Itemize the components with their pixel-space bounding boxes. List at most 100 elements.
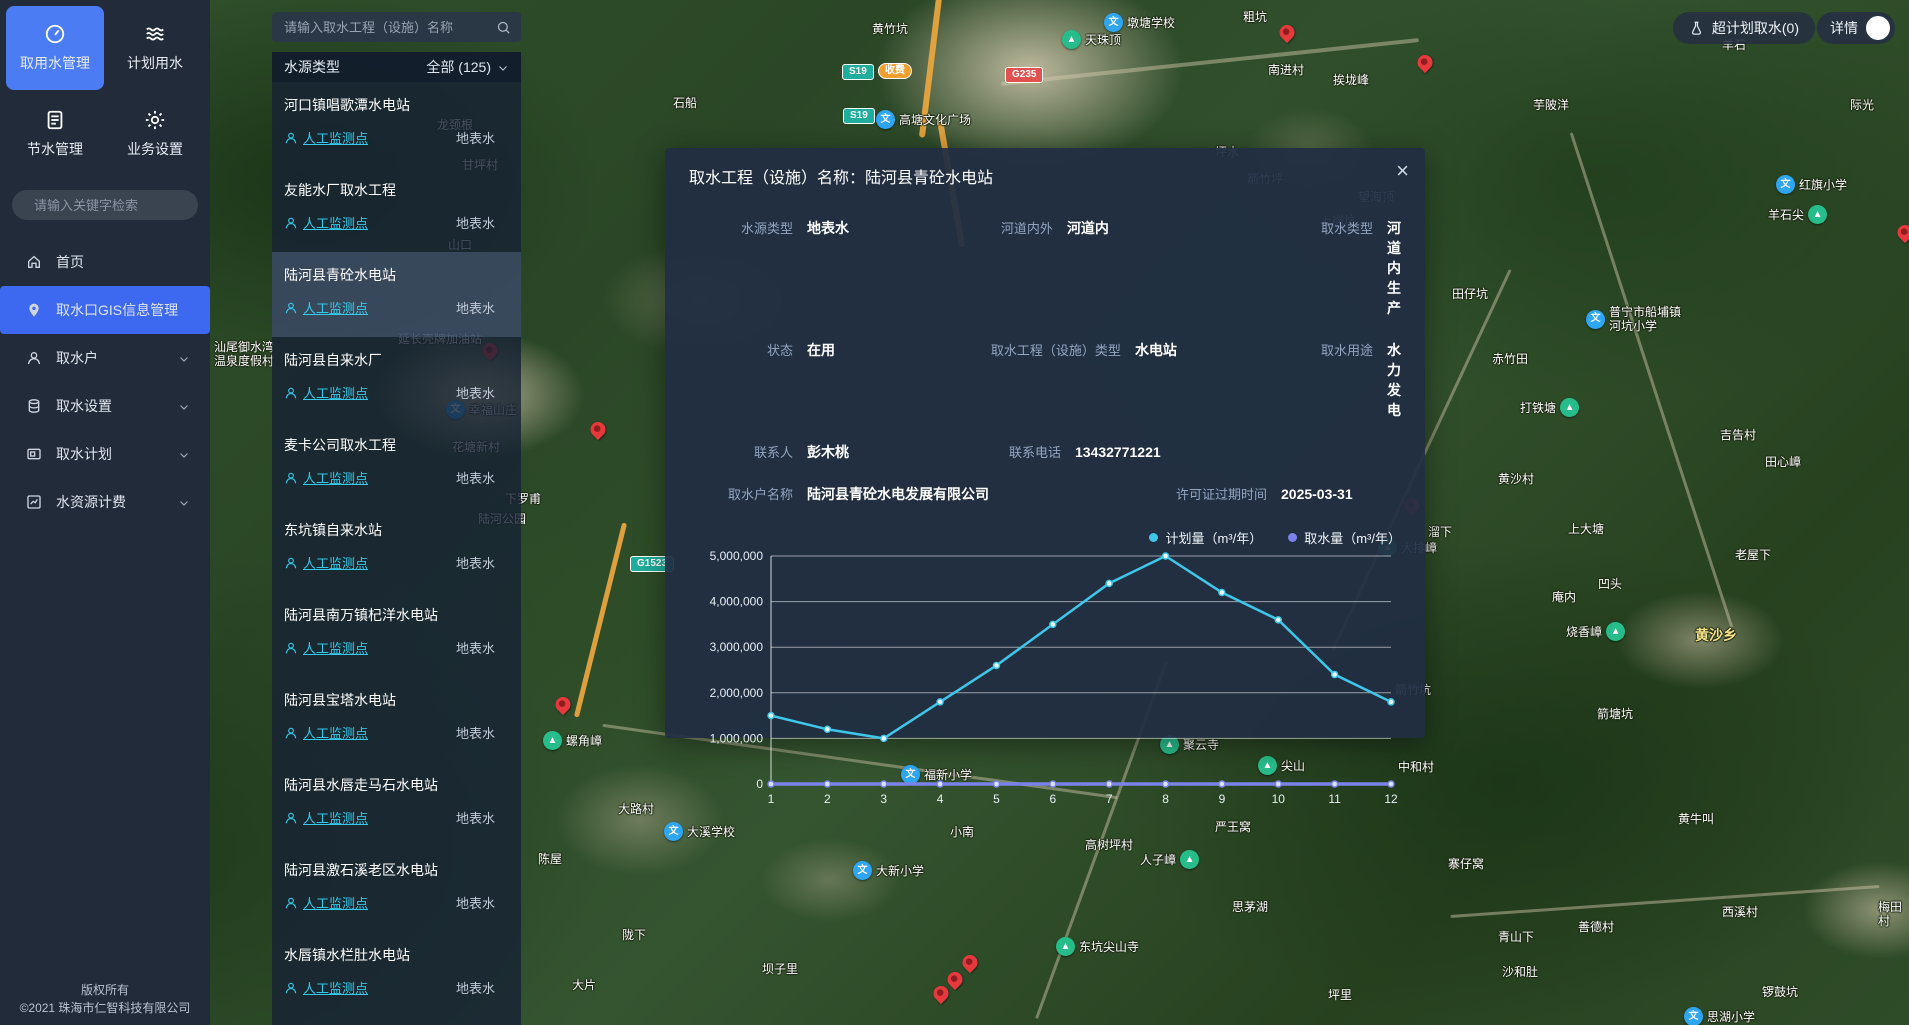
map-road: [1570, 132, 1734, 627]
sidebar-search-input[interactable]: [32, 197, 186, 214]
intake-list-item[interactable]: 陆河县水唇走马石水电站人工监测点地表水: [272, 762, 521, 847]
road-badge: S19: [842, 64, 874, 80]
map-label: 田心嶂: [1765, 455, 1801, 469]
module-waves-button[interactable]: 计划用水: [106, 6, 204, 90]
card-icon: [26, 446, 42, 462]
manual-monitor-link[interactable]: 人工监测点: [284, 893, 368, 912]
water-source-type: 地表水: [456, 128, 509, 147]
legend-item[interactable]: 计划量（m³/年）: [1149, 528, 1262, 547]
person-icon: [284, 556, 298, 570]
svg-text:1,000,000: 1,000,000: [710, 731, 764, 745]
sidebar-item-db[interactable]: 取水设置: [0, 382, 210, 430]
sidebar-item-user[interactable]: 取水户: [0, 334, 210, 382]
legend-item[interactable]: 取水量（m³/年）: [1288, 528, 1401, 547]
map-label: 大路村: [618, 802, 654, 816]
map-label: 凹头: [1598, 577, 1622, 591]
manual-monitor-link[interactable]: 人工监测点: [284, 553, 368, 572]
map-label-text: 大新小学: [876, 864, 924, 878]
manual-monitor-link[interactable]: 人工监测点: [284, 638, 368, 657]
sidebar-item-home[interactable]: 首页: [0, 238, 210, 286]
manual-monitor-link[interactable]: 人工监测点: [284, 213, 368, 232]
svg-text:4: 4: [937, 792, 944, 806]
manual-monitor-link[interactable]: 人工监测点: [284, 808, 368, 827]
facility-marker-pin[interactable]: [552, 694, 573, 715]
intake-list-item[interactable]: 东坑镇自来水站人工监测点地表水: [272, 507, 521, 592]
facility-marker-pin[interactable]: [587, 419, 608, 440]
road-badge: 收费: [878, 63, 912, 79]
search-icon[interactable]: [496, 20, 511, 35]
manual-monitor-link[interactable]: 人工监测点: [284, 128, 368, 147]
sidebar-item-pin[interactable]: 取水口GIS信息管理: [0, 286, 210, 334]
mountain-pin-icon: ▲: [543, 731, 562, 750]
home-icon: [26, 254, 42, 270]
field-label: 联系人: [689, 442, 793, 461]
map-label-text: 羊石尖: [1768, 208, 1804, 222]
water-source-type: 地表水: [456, 723, 509, 742]
person-icon: [284, 386, 298, 400]
water-source-type: 地表水: [456, 638, 509, 657]
sidebar-item-card[interactable]: 取水计划: [0, 430, 210, 478]
intake-list-item[interactable]: 陆河县青砼水电站人工监测点地表水: [272, 252, 521, 337]
close-icon[interactable]: ×: [1396, 160, 1409, 182]
intake-name: 陆河县自来水厂: [284, 350, 509, 370]
intake-search-input[interactable]: [282, 19, 488, 36]
field-value: 水电站: [1135, 340, 1177, 360]
map-poi: 文墩塘学校: [1104, 13, 1175, 32]
facility-marker-pin[interactable]: [1276, 22, 1297, 43]
svg-text:10: 10: [1272, 792, 1286, 806]
detail-fields: 水源类型地表水河道内外河道内取水类型河道内生产状态在用取水工程（设施）类型水电站…: [689, 218, 1401, 504]
toggle-knob[interactable]: [1866, 16, 1890, 40]
intake-list-item[interactable]: 友能水厂取水工程人工监测点地表水: [272, 167, 521, 252]
map-label-text: 思湖小学: [1707, 1010, 1755, 1024]
manual-monitor-link[interactable]: 人工监测点: [284, 383, 368, 402]
map-label: 汕尾御水湾 温泉度假村: [214, 340, 274, 368]
detail-field: 许可证过期时间2025-03-31: [1137, 484, 1401, 504]
manual-monitor-link[interactable]: 人工监测点: [284, 468, 368, 487]
facility-marker-pin[interactable]: [1894, 222, 1909, 243]
facility-marker-pin[interactable]: [1414, 52, 1435, 73]
over-plan-label: 超计划取水(0): [1712, 18, 1799, 38]
facility-marker-pin[interactable]: [930, 983, 951, 1004]
field-label: 取水类型: [1269, 218, 1373, 237]
detail-field: 状态在用: [689, 340, 949, 420]
map-label-text: 打铁塘: [1520, 401, 1556, 415]
road-badge: G235: [1005, 67, 1043, 83]
module-gear-button[interactable]: 业务设置: [106, 92, 204, 176]
intake-list-item[interactable]: 水唇镇水栏肚水电站人工监测点地表水: [272, 932, 521, 1017]
sidebar-item-label: 取水计划: [56, 444, 112, 464]
detail-field: 联系人彭木桃: [689, 442, 957, 462]
sidebar: 取用水管理计划用水节水管理业务设置 首页取水口GIS信息管理取水户取水设置取水计…: [0, 0, 210, 1025]
legend-dot-icon: [1149, 533, 1158, 542]
module-gauge-button[interactable]: 取用水管理: [6, 6, 104, 90]
manual-monitor-link[interactable]: 人工监测点: [284, 978, 368, 997]
intake-list-item[interactable]: 陆河县激石溪老区水电站人工监测点地表水: [272, 847, 521, 932]
sidebar-item-chart[interactable]: 水资源计费: [0, 478, 210, 526]
intake-list-item[interactable]: 麦卡公司取水工程人工监测点地表水: [272, 422, 521, 507]
person-icon: [284, 131, 298, 145]
detail-field: 取水类型河道内生产: [1269, 218, 1401, 318]
map-road: [1450, 885, 1879, 918]
map-label: 南进村: [1268, 63, 1304, 77]
field-label: 许可证过期时间: [1137, 484, 1267, 503]
intake-list-item[interactable]: 陆河县宝塔水电站人工监测点地表水: [272, 677, 521, 762]
facility-marker-pin[interactable]: [959, 952, 980, 973]
over-plan-intake-button[interactable]: 超计划取水(0): [1673, 12, 1815, 44]
intake-search[interactable]: [272, 12, 521, 42]
detail-field: 取水户名称陆河县青砼水电发展有限公司: [689, 484, 1137, 504]
facility-marker-pin[interactable]: [944, 969, 965, 990]
manual-monitor-link[interactable]: 人工监测点: [284, 723, 368, 742]
intake-name: 陆河县南万镇杞洋水电站: [284, 605, 509, 625]
svg-text:0: 0: [756, 777, 763, 791]
intake-list-item[interactable]: 陆河县南万镇杞洋水电站人工监测点 地表水: [272, 592, 521, 677]
intake-chart: 计划量（m³/年）取水量（m³/年） 01,000,0002,000,0003,…: [689, 526, 1401, 810]
filter-value-dropdown[interactable]: 全部 (125): [426, 57, 509, 77]
map-label: 中和村: [1398, 760, 1434, 774]
intake-list-item[interactable]: 陆河县自来水厂人工监测点地表水: [272, 337, 521, 422]
sidebar-search[interactable]: [12, 190, 198, 220]
person-icon: [284, 811, 298, 825]
module-doc-button[interactable]: 节水管理: [6, 92, 104, 176]
intake-list-item[interactable]: 河口镇唱歌潭水电站人工监测点地表水: [272, 82, 521, 167]
map-label: 梅田村: [1878, 900, 1909, 928]
detail-toggle[interactable]: 详情: [1817, 12, 1895, 44]
manual-monitor-link[interactable]: 人工监测点: [284, 298, 368, 317]
